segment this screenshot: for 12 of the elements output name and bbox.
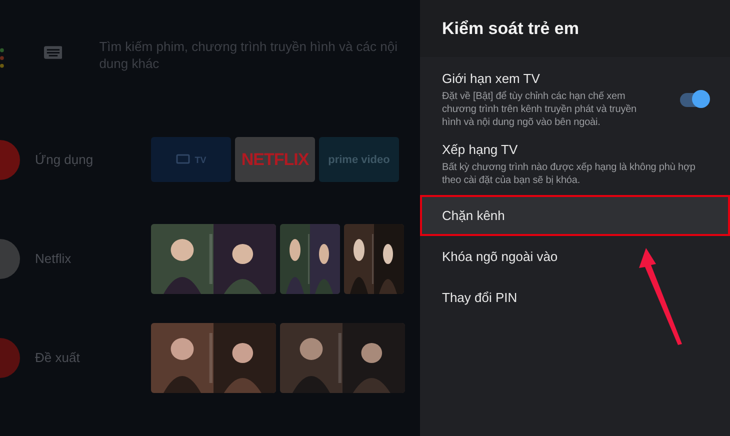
toggle-switch[interactable]	[680, 93, 708, 107]
tv-icon	[176, 154, 190, 165]
menu-item[interactable]: Khóa ngõ ngoài vào	[420, 236, 730, 277]
panel-title: Kiểm soát trẻ em	[442, 18, 579, 38]
menu-item[interactable]: Xếp hạng TV Bất kỳ chương trình nào được xếp hạng là không phù hợp theo cài đặt của bạn sẽ bị khóa.	[420, 137, 730, 195]
menu-item[interactable]: Giới hạn xem TV Đặt về [Bật] để tùy chỉnh các hạn chế xem chương trình trên kênh truyền phát và truyền hình và nội dung ngõ vào bên ngoài.	[420, 66, 730, 137]
menu-item[interactable]: Chặn kênh	[420, 195, 730, 236]
menu-item[interactable]: Thay đổi PIN	[420, 277, 730, 318]
row-label: Đề xuất	[35, 350, 81, 365]
row-label: Ứng dụng	[35, 152, 94, 167]
keyboard-icon[interactable]	[44, 46, 62, 59]
row-label: Netflix	[35, 251, 72, 266]
